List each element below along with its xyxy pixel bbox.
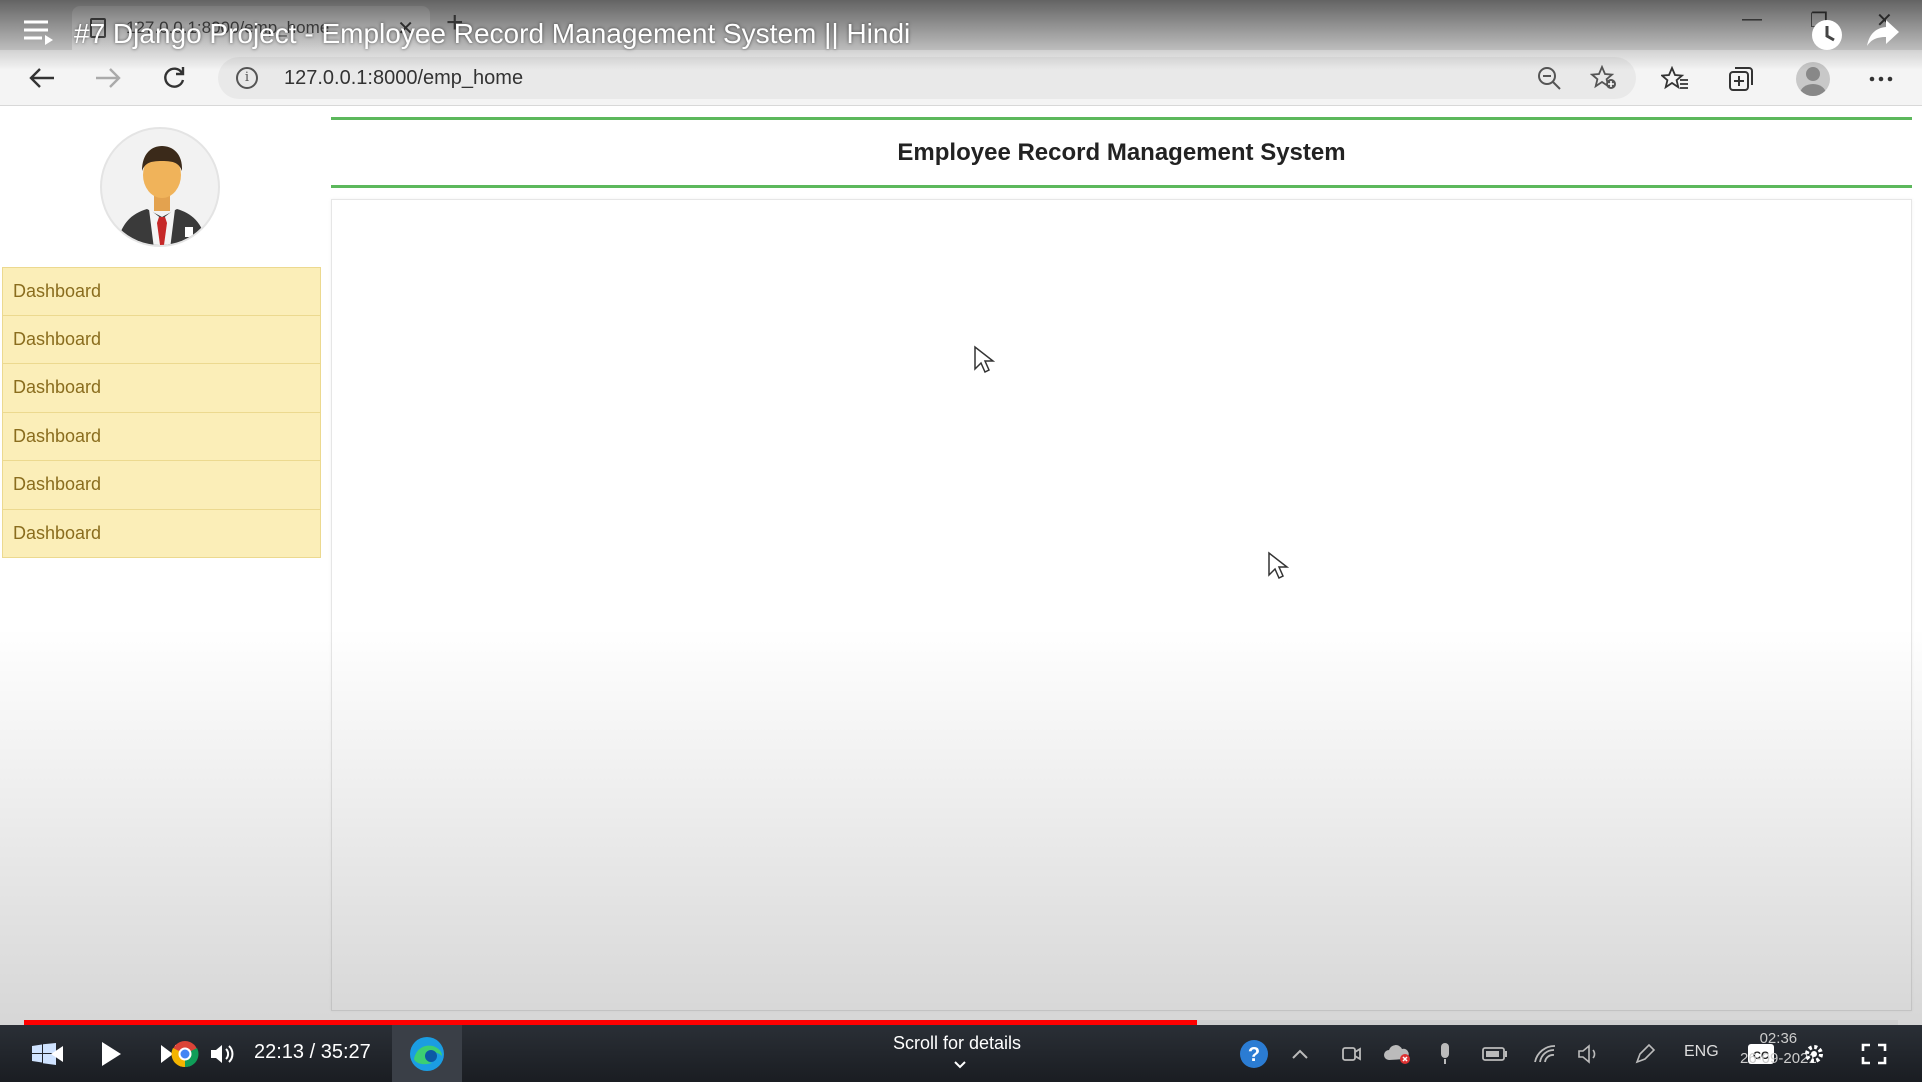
sidebar-item-dashboard-5[interactable]: Dashboard bbox=[2, 461, 321, 510]
sidebar-item-dashboard-2[interactable]: Dashboard bbox=[2, 315, 321, 364]
minimize-icon[interactable]: — bbox=[1742, 8, 1762, 31]
forward-icon[interactable] bbox=[92, 62, 124, 94]
language-indicator[interactable]: ENG bbox=[1684, 1043, 1719, 1061]
sidebar-item-dashboard-6[interactable]: Dashboard bbox=[2, 509, 321, 558]
web-page: Dashboard Dashboard Dashboard Dashboard … bbox=[0, 107, 1922, 1027]
browser-toolbar: i 127.0.0.1:8000/emp_home bbox=[0, 50, 1922, 106]
bottom-control-bar: 22:13 / 35:27 Scroll for details ? ENG C… bbox=[0, 1025, 1922, 1082]
sidebar-item-dashboard-4[interactable]: Dashboard bbox=[2, 412, 321, 461]
collections-icon[interactable] bbox=[1724, 62, 1758, 96]
profile-avatar-icon[interactable] bbox=[1796, 62, 1830, 96]
microphone-icon[interactable] bbox=[1430, 1025, 1460, 1082]
scroll-for-details[interactable]: Scroll for details bbox=[893, 1033, 1021, 1054]
chevron-down-icon[interactable] bbox=[953, 1057, 967, 1075]
fullscreen-icon[interactable] bbox=[1852, 1025, 1896, 1082]
mouse-cursor-icon bbox=[973, 345, 996, 380]
svg-text:?: ? bbox=[1248, 1044, 1260, 1066]
page-header: Employee Record Management System bbox=[331, 117, 1912, 188]
sidebar-menu: Dashboard Dashboard Dashboard Dashboard … bbox=[2, 267, 321, 558]
screen: 127.0.0.1:8000/emp_home ✕ + — ❐ ✕ i 127.… bbox=[0, 0, 1922, 1082]
onedrive-error-icon[interactable] bbox=[1380, 1025, 1414, 1082]
url-text[interactable]: 127.0.0.1:8000/emp_home bbox=[284, 67, 523, 90]
mouse-cursor-icon bbox=[1267, 551, 1290, 586]
zoom-out-icon[interactable] bbox=[1536, 65, 1562, 96]
playlist-menu-icon[interactable] bbox=[22, 14, 54, 53]
speaker-icon[interactable] bbox=[1574, 1025, 1604, 1082]
meet-now-icon[interactable] bbox=[1336, 1025, 1366, 1082]
video-title[interactable]: #7 Django Project - Employee Record Mana… bbox=[74, 18, 910, 50]
favorites-icon[interactable] bbox=[1658, 62, 1692, 96]
chrome-icon[interactable] bbox=[168, 1025, 202, 1082]
main-content-panel bbox=[331, 199, 1912, 1011]
help-icon[interactable]: ? bbox=[1236, 1025, 1272, 1082]
pen-icon[interactable] bbox=[1630, 1025, 1660, 1082]
more-options-icon[interactable] bbox=[1864, 62, 1898, 96]
page-title: Employee Record Management System bbox=[897, 138, 1346, 166]
wifi-icon[interactable] bbox=[1530, 1025, 1560, 1082]
chevron-up-icon[interactable] bbox=[1288, 1025, 1312, 1082]
info-icon[interactable]: i bbox=[236, 67, 258, 89]
battery-icon[interactable] bbox=[1478, 1025, 1512, 1082]
sidebar-item-dashboard-1[interactable]: Dashboard bbox=[2, 267, 321, 316]
video-time: 22:13 / 35:27 bbox=[254, 1041, 371, 1063]
back-icon[interactable] bbox=[26, 62, 58, 94]
watch-later-icon[interactable] bbox=[1810, 18, 1844, 57]
reload-icon[interactable] bbox=[158, 62, 190, 94]
address-bar[interactable]: i 127.0.0.1:8000/emp_home bbox=[218, 57, 1636, 99]
play-icon[interactable] bbox=[94, 1025, 128, 1082]
clock-time: 02:36 bbox=[1759, 1030, 1798, 1047]
sidebar-item-dashboard-3[interactable]: Dashboard bbox=[2, 364, 321, 413]
previous-icon[interactable] bbox=[44, 1025, 68, 1082]
volume-icon[interactable] bbox=[206, 1025, 238, 1082]
add-favorite-icon[interactable] bbox=[1589, 64, 1618, 96]
edge-taskbar-icon[interactable] bbox=[392, 1025, 462, 1082]
user-avatar bbox=[100, 127, 220, 247]
share-icon[interactable] bbox=[1866, 18, 1900, 53]
businessman-icon bbox=[117, 146, 207, 245]
settings-gear-icon[interactable] bbox=[1796, 1025, 1832, 1082]
